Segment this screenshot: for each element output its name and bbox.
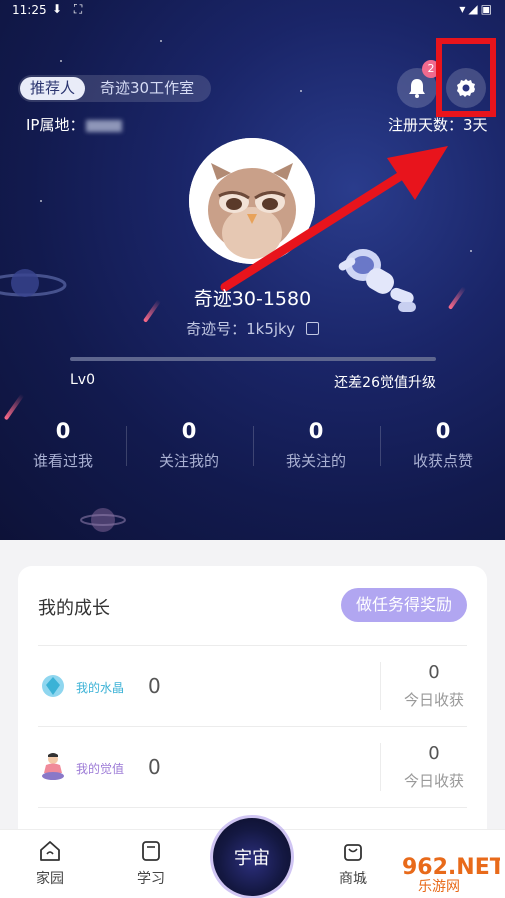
stat-following[interactable]: 0 我关注的 bbox=[253, 418, 379, 471]
crystal-today: 0 今日收获 bbox=[381, 662, 487, 710]
nav-study[interactable]: 学习 bbox=[116, 840, 186, 888]
today-label: 今日收获 bbox=[403, 772, 464, 790]
crystal-value: 0 bbox=[148, 674, 161, 698]
stat-label: 关注我的 bbox=[158, 452, 219, 470]
awareness-row[interactable]: 我的觉值 0 0 今日收获 bbox=[18, 727, 487, 807]
red-arrow-annotation bbox=[220, 146, 448, 292]
crystal-row[interactable]: 我的水晶 0 0 今日收获 bbox=[18, 646, 487, 726]
stat-label: 我关注的 bbox=[285, 452, 346, 470]
card-divider bbox=[38, 807, 467, 808]
level-progress-bar bbox=[70, 357, 436, 361]
today-value: 0 bbox=[428, 662, 440, 683]
stat-likes[interactable]: 0 收获点赞 bbox=[380, 418, 505, 471]
awareness-label: 我的觉值 bbox=[76, 762, 125, 776]
site-watermark: 962.NET 乐游网 bbox=[364, 852, 500, 894]
nav-study-label: 学习 bbox=[137, 871, 165, 887]
crystal-label: 我的水晶 bbox=[76, 681, 125, 695]
stat-divider bbox=[126, 426, 127, 466]
svg-text:962.NET: 962.NET bbox=[402, 855, 500, 880]
awareness-today: 0 今日收获 bbox=[381, 743, 487, 791]
today-value: 0 bbox=[428, 743, 440, 764]
level-requirement: 还差26觉值升级 bbox=[334, 375, 436, 391]
stat-divider bbox=[380, 426, 381, 466]
svg-text:乐游网: 乐游网 bbox=[418, 879, 460, 894]
stat-followers[interactable]: 0 关注我的 bbox=[126, 418, 252, 471]
stat-label: 收获点赞 bbox=[412, 452, 473, 470]
stat-number: 0 bbox=[435, 419, 451, 443]
meditation-icon bbox=[42, 753, 64, 780]
planet-decoration bbox=[80, 508, 126, 532]
nav-home[interactable]: 家园 bbox=[15, 840, 85, 888]
stat-visitors[interactable]: 0 谁看过我 bbox=[0, 418, 126, 471]
nav-universe-button[interactable]: 宇宙 bbox=[213, 818, 291, 896]
growth-card: 我的成长 做任务得奖励 我的水晶 0 0 今日收获 我的觉值 0 0 今日收获 bbox=[18, 566, 487, 856]
book-icon bbox=[142, 841, 160, 861]
stat-divider bbox=[253, 426, 254, 466]
username: 奇迹30-1580 bbox=[193, 288, 312, 310]
stat-number: 0 bbox=[181, 419, 197, 443]
crystal-icon bbox=[42, 675, 64, 697]
level-label: Lv0 bbox=[70, 372, 95, 388]
stat-label: 谁看过我 bbox=[32, 452, 93, 470]
stat-number: 0 bbox=[308, 419, 324, 443]
user-id: 奇迹号：1k5jky bbox=[186, 320, 296, 338]
user-id-row[interactable]: 奇迹号：1k5jky bbox=[0, 318, 505, 339]
home-icon bbox=[40, 841, 60, 861]
comet bbox=[3, 393, 25, 421]
today-label: 今日收获 bbox=[403, 691, 464, 709]
task-reward-button[interactable]: 做任务得奖励 bbox=[341, 588, 467, 622]
awareness-value: 0 bbox=[148, 755, 161, 779]
growth-title: 我的成长 bbox=[38, 598, 110, 619]
nav-home-label: 家园 bbox=[36, 871, 64, 887]
stat-number: 0 bbox=[55, 419, 71, 443]
copy-icon[interactable] bbox=[305, 322, 319, 335]
